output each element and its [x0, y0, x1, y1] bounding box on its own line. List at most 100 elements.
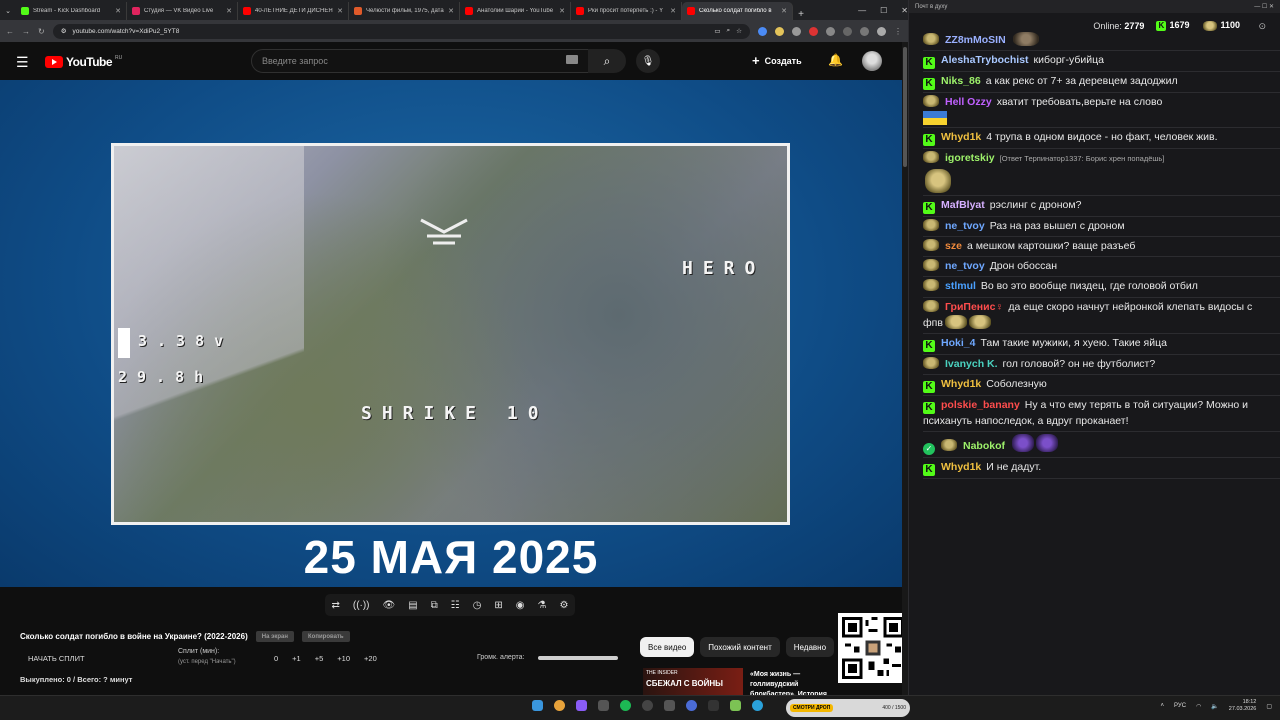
- search-input[interactable]: Введите запрос: [251, 49, 591, 73]
- chat-username[interactable]: Hoki_4: [941, 337, 975, 349]
- player-tool-icon[interactable]: ⇄: [331, 600, 339, 611]
- site-info-icon[interactable]: ⚙: [61, 27, 67, 35]
- tray-chevron-icon[interactable]: ˄: [1161, 703, 1165, 709]
- spotify-icon[interactable]: [620, 700, 631, 711]
- filter-chip[interactable]: Похожий контент: [700, 637, 780, 657]
- copy-button[interactable]: Копировать: [302, 631, 350, 642]
- browser-menu-icon[interactable]: ⋮: [894, 27, 902, 36]
- alert-volume-slider[interactable]: [538, 656, 618, 660]
- chat-username[interactable]: ne_tvoy: [945, 260, 985, 272]
- browser-tab[interactable]: Stream - Kick Dashboard ✕: [16, 2, 127, 20]
- app-icon[interactable]: [708, 700, 719, 711]
- back-icon[interactable]: ←: [6, 27, 14, 36]
- chat-username[interactable]: polskie_banany: [941, 399, 1020, 411]
- chat-username[interactable]: Whyd1k: [941, 131, 981, 143]
- browser-tab[interactable]: Студия — VK Видео Live ✕: [127, 2, 238, 20]
- split-step-button[interactable]: +20: [364, 654, 377, 663]
- tab-close-icon[interactable]: ✕: [781, 7, 787, 15]
- player-tool-icon[interactable]: ◉: [516, 600, 525, 611]
- bookmark-star-icon[interactable]: ☆: [736, 27, 742, 35]
- chat-username[interactable]: igoretskiy: [945, 152, 995, 164]
- chat-username[interactable]: AleshaTrybochist: [941, 54, 1029, 66]
- tab-close-icon[interactable]: ✕: [115, 7, 121, 15]
- tab-close-icon[interactable]: ✕: [226, 7, 232, 15]
- split-step-button[interactable]: 0: [274, 654, 278, 663]
- volume-icon[interactable]: 🔈: [1211, 703, 1218, 710]
- menu-icon[interactable]: ☰: [16, 54, 29, 71]
- browser-tab[interactable]: Сколько солдат погибло в ✕: [682, 2, 793, 20]
- language-indicator[interactable]: РУС: [1174, 703, 1186, 709]
- player-tool-icon[interactable]: ☷: [451, 600, 460, 611]
- obs-icon[interactable]: [642, 700, 653, 711]
- notifications-icon[interactable]: ▢: [1266, 703, 1272, 710]
- chat-username[interactable]: ne_tvoy: [945, 220, 985, 232]
- download-icon[interactable]: [860, 26, 869, 36]
- player-tool-icon[interactable]: ⚗: [538, 600, 547, 611]
- voice-search-button[interactable]: 🎙: [636, 49, 660, 73]
- filter-chip[interactable]: Недавно: [785, 637, 835, 657]
- extension-icon[interactable]: [792, 26, 801, 36]
- split-step-button[interactable]: +10: [337, 654, 350, 663]
- chat-username[interactable]: Niks_86: [941, 75, 981, 87]
- taskbar-promo-widget[interactable]: СМОТРИ ДРОП 400 / 1500: [786, 699, 910, 717]
- to-screen-button[interactable]: На экран: [255, 631, 295, 642]
- player-tool-icon[interactable]: 👁: [383, 600, 396, 611]
- tab-close-icon[interactable]: ✕: [337, 7, 343, 15]
- player-tool-icon[interactable]: ⚙: [559, 600, 568, 611]
- start-split-button[interactable]: НАЧАТЬ СПЛИТ: [28, 654, 85, 663]
- clock[interactable]: 18:12 27.03.2026: [1229, 699, 1257, 713]
- browser-tab[interactable]: Рки просит потерпеть :) - Y ✕: [571, 2, 682, 20]
- chat-username[interactable]: MafBlyat: [941, 199, 985, 211]
- app-icon[interactable]: [664, 700, 675, 711]
- browser-tab[interactable]: Челюсти фильм, 1975, дата ✕: [349, 2, 460, 20]
- scrollbar-thumb[interactable]: [903, 47, 907, 167]
- tab-close-icon[interactable]: ✕: [670, 7, 676, 15]
- browser-tab[interactable]: 40-ЛЕТНИЕ ДЕТИ ДИСНЕЯ ✕: [238, 2, 349, 20]
- zoom-icon[interactable]: ⌕: [727, 27, 731, 35]
- extension-icon[interactable]: [758, 26, 767, 36]
- profile-icon[interactable]: [877, 26, 886, 36]
- notifications-bell-icon[interactable]: 🔔: [828, 53, 843, 67]
- chat-username[interactable]: Whyd1k: [941, 461, 981, 473]
- extension-icon[interactable]: [826, 26, 835, 36]
- keyboard-icon[interactable]: [566, 55, 578, 64]
- telegram-icon[interactable]: [752, 700, 763, 711]
- chrome-icon[interactable]: [554, 700, 565, 711]
- extension-icon[interactable]: [775, 26, 784, 36]
- recommended-video-thumbnail[interactable]: THE INSIDER СБЕЖАЛ С ВОЙНЫ: [643, 668, 743, 696]
- player-tool-icon[interactable]: ▤: [408, 600, 417, 611]
- maximize-icon[interactable]: ☐: [880, 6, 887, 15]
- browser-tab[interactable]: Анатолий Шарий - YouTube ✕: [460, 2, 571, 20]
- app-icon[interactable]: [576, 700, 587, 711]
- extension-icon[interactable]: [809, 26, 818, 36]
- app-icon[interactable]: [686, 700, 697, 711]
- split-step-button[interactable]: +5: [315, 654, 324, 663]
- cast-icon[interactable]: ▭: [714, 27, 720, 35]
- extensions-puzzle-icon[interactable]: [843, 26, 852, 36]
- player-tool-icon[interactable]: ((·)): [353, 600, 370, 611]
- avatar[interactable]: [862, 51, 882, 71]
- tab-close-icon[interactable]: ✕: [448, 7, 454, 15]
- chat-username[interactable]: ГриПенис♀: [945, 301, 1003, 313]
- tab-search-icon[interactable]: ⌄: [0, 2, 16, 20]
- chat-username[interactable]: Whyd1k: [941, 378, 981, 390]
- search-button[interactable]: ⌕: [588, 49, 626, 73]
- chat-username[interactable]: sze: [945, 240, 962, 252]
- chat-username[interactable]: ZZ8mMoSIN: [945, 34, 1006, 46]
- tab-close-icon[interactable]: ✕: [559, 7, 565, 15]
- address-field[interactable]: ⚙ youtube.com/watch?v=XdiPu2_5YT8 ▭ ⌕ ☆: [52, 23, 750, 39]
- player-tool-icon[interactable]: ⊞: [494, 600, 502, 611]
- app-icon[interactable]: [730, 700, 741, 711]
- player-tool-icon[interactable]: ⧉: [431, 600, 438, 611]
- create-button[interactable]: + Создать: [752, 53, 802, 68]
- forward-icon[interactable]: →: [22, 27, 30, 36]
- filter-chip[interactable]: Все видео: [640, 637, 695, 657]
- split-step-button[interactable]: +1: [292, 654, 301, 663]
- minimize-icon[interactable]: —: [858, 6, 866, 15]
- chat-username[interactable]: Hell Ozzy: [945, 96, 992, 108]
- chat-username[interactable]: stlmul: [945, 280, 976, 292]
- chat-window-controls[interactable]: — ☐ ✕: [1254, 3, 1274, 10]
- player-tool-icon[interactable]: ◷: [473, 600, 482, 611]
- start-icon[interactable]: [532, 700, 543, 711]
- chat-username[interactable]: Ivanych K.: [945, 358, 998, 370]
